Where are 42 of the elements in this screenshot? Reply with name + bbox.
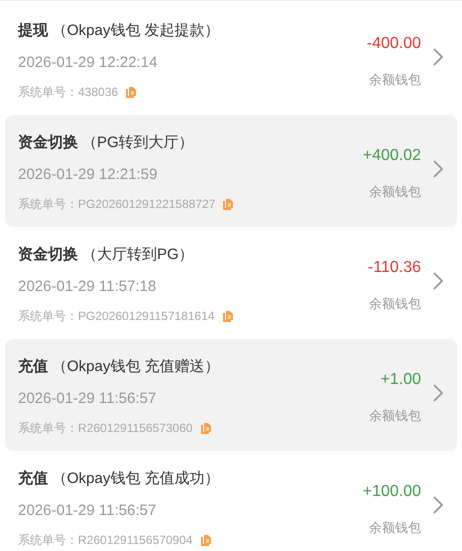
copy-icon[interactable] [200,422,211,434]
chevron-right-icon[interactable] [433,160,443,178]
copy-icon[interactable] [223,198,234,210]
record-card[interactable]: 充值 （Okpay钱包 充值赠送） 2026-01-29 11:56:57 系统单号：R2601291156573060 +1.00 余额钱包 [5,339,457,451]
copy-icon[interactable] [222,310,233,322]
chevron-right-icon[interactable] [433,496,443,514]
record-type: 资金切换 [18,133,78,153]
amount: +400.02 [362,146,421,166]
record-card[interactable]: 资金切换 （PG转到大厅） 2026-01-29 12:21:59 系统单号：PG202601291221588727 +400.02 余额钱包 [5,115,457,227]
chevron-right-icon[interactable] [433,48,443,66]
record-type: 资金切换 [18,245,78,265]
order-number: 系统单号：R2601291156573060 [18,420,193,437]
order-number: 系统单号：PG202601291221588727 [18,196,216,213]
amount: +100.00 [362,482,421,502]
record-time: 2026-01-29 12:21:59 [18,164,158,184]
record-time: 2026-01-29 11:57:18 [18,276,156,296]
order-number: 系统单号：R2601291156570904 [18,532,193,549]
order-number: 系统单号：PG202601291157181614 [18,308,215,325]
copy-icon[interactable] [200,534,211,546]
wallet-label: 余额钱包 [369,183,421,201]
wallet-label: 余额钱包 [369,407,421,425]
record-detail: （大厅转到PG） [82,245,194,265]
record-detail: （Okpay钱包 发起提款） [52,21,220,41]
record-detail: （Okpay钱包 充值赠送） [52,357,220,377]
amount: -400.00 [366,34,421,54]
record-type: 充值 [18,357,48,377]
record-time: 2026-01-29 12:22:14 [18,52,158,72]
record-detail: （Okpay钱包 充值成功） [52,469,220,489]
wallet-label: 余额钱包 [369,519,421,537]
chevron-right-icon[interactable] [433,384,443,402]
wallet-label: 余额钱包 [369,71,421,89]
chevron-right-icon[interactable] [433,272,443,290]
record-time: 2026-01-29 11:56:57 [18,388,156,408]
record-detail: （PG转到大厅） [82,133,194,153]
record-time: 2026-01-29 11:56:57 [18,500,156,520]
record-type: 提现 [18,21,48,41]
order-number: 系统单号：438036 [18,84,118,101]
record-type: 充值 [18,469,48,489]
wallet-label: 余额钱包 [369,295,421,313]
amount: -110.36 [368,258,421,278]
copy-icon[interactable] [126,86,136,98]
amount: +1.00 [380,370,421,390]
